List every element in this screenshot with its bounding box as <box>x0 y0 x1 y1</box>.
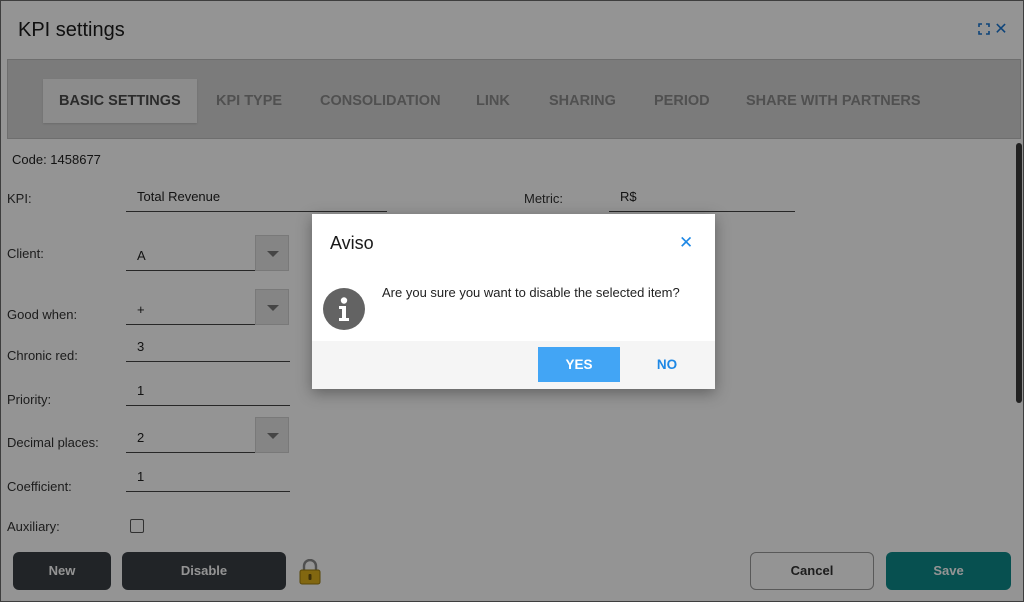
yes-button[interactable]: YES <box>538 347 620 382</box>
dialog-title: Aviso <box>330 233 374 253</box>
dialog-message: Are you sure you want to disable the sel… <box>382 285 680 300</box>
dialog-footer: YES NO <box>312 341 715 389</box>
info-icon <box>323 288 365 330</box>
no-button[interactable]: NO <box>634 347 700 382</box>
dialog-close-icon[interactable]: ✕ <box>679 234 693 252</box>
confirm-dialog: Aviso ✕ Are you sure you want to disable… <box>312 214 715 389</box>
info-icon-glyph <box>339 297 349 321</box>
